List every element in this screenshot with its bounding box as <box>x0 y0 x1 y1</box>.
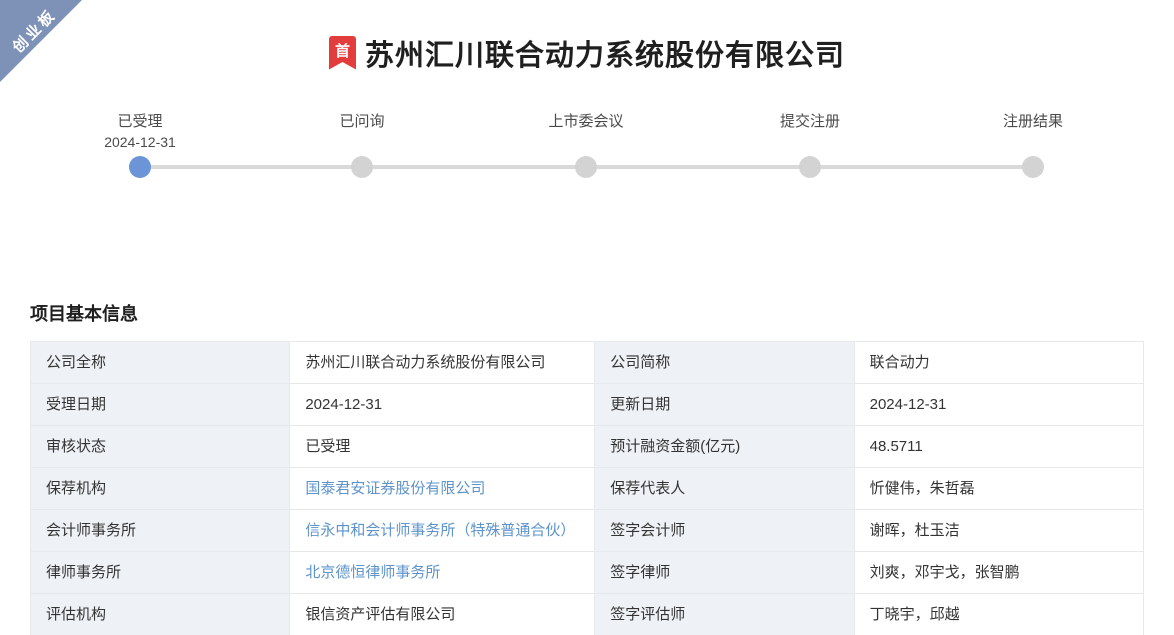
step-dot-inquired <box>351 156 373 178</box>
field-label: 更新日期 <box>595 384 854 426</box>
table-row: 审核状态 已受理 预计融资金额(亿元) 48.5711 <box>31 426 1144 468</box>
field-label: 保荐代表人 <box>595 468 854 510</box>
step-dot-registration-result <box>1022 156 1044 178</box>
step-dot-committee-meeting <box>575 156 597 178</box>
accounting-firm-link[interactable]: 信永中和会计师事务所（特殊普通合伙） <box>305 522 575 539</box>
step-label: 注册结果 <box>953 112 1113 132</box>
section-title-basic-info: 项目基本信息 <box>30 300 1144 326</box>
page-header: 首 苏州汇川联合动力系统股份有限公司 <box>0 0 1174 72</box>
field-label: 保荐机构 <box>31 468 290 510</box>
field-value: 信永中和会计师事务所（特殊普通合伙） <box>290 510 595 552</box>
field-value: 48.5711 <box>854 426 1143 468</box>
step-submit-registration: 提交注册 <box>730 112 890 132</box>
field-label: 律师事务所 <box>31 552 290 594</box>
sponsor-institution-link[interactable]: 国泰君安证券股份有限公司 <box>305 480 485 497</box>
table-row: 评估机构 银信资产评估有限公司 签字评估师 丁晓宇，邱越 <box>31 594 1144 635</box>
review-status-stepper: 已受理 2024-12-31 已问询 上市委会议 提交注册 注册结果 <box>30 112 1144 232</box>
step-registration-result: 注册结果 <box>953 112 1113 132</box>
field-value: 刘爽，邓宇戈，张智鹏 <box>854 552 1143 594</box>
field-value: 忻健伟，朱哲磊 <box>854 468 1143 510</box>
company-title: 苏州汇川联合动力系统股份有限公司 <box>365 32 845 74</box>
field-value: 银信资产评估有限公司 <box>290 594 595 635</box>
field-label: 签字律师 <box>595 552 854 594</box>
field-label: 审核状态 <box>31 426 290 468</box>
field-value: 苏州汇川联合动力系统股份有限公司 <box>290 342 595 384</box>
field-value: 丁晓宇，邱越 <box>854 594 1143 635</box>
field-label: 公司全称 <box>31 342 290 384</box>
table-row: 受理日期 2024-12-31 更新日期 2024-12-31 <box>31 384 1144 426</box>
step-dot-accepted <box>129 156 151 178</box>
field-label: 受理日期 <box>31 384 290 426</box>
project-page: 创业板 首 苏州汇川联合动力系统股份有限公司 已受理 2024-12-31 已问… <box>0 0 1174 635</box>
field-label: 公司简称 <box>595 342 854 384</box>
field-label: 签字会计师 <box>595 510 854 552</box>
field-value: 国泰君安证券股份有限公司 <box>290 468 595 510</box>
project-basic-info-table: 公司全称 苏州汇川联合动力系统股份有限公司 公司简称 联合动力 受理日期 202… <box>30 341 1144 635</box>
table-row: 保荐机构 国泰君安证券股份有限公司 保荐代表人 忻健伟，朱哲磊 <box>31 468 1144 510</box>
field-value: 2024-12-31 <box>290 384 595 426</box>
step-label: 已受理 <box>60 112 220 132</box>
field-label: 签字评估师 <box>595 594 854 635</box>
step-label: 已问询 <box>282 112 442 132</box>
table-row: 会计师事务所 信永中和会计师事务所（特殊普通合伙） 签字会计师 谢晖，杜玉洁 <box>31 510 1144 552</box>
first-bookmark-icon: 首 <box>329 36 356 70</box>
field-value: 谢晖，杜玉洁 <box>854 510 1143 552</box>
field-label: 预计融资金额(亿元) <box>595 426 854 468</box>
step-label: 上市委会议 <box>506 112 666 132</box>
field-value: 2024-12-31 <box>854 384 1143 426</box>
field-label: 会计师事务所 <box>31 510 290 552</box>
step-label: 提交注册 <box>730 112 890 132</box>
field-label: 评估机构 <box>31 594 290 635</box>
field-value: 已受理 <box>290 426 595 468</box>
step-accepted: 已受理 2024-12-31 <box>60 112 220 152</box>
field-value: 北京德恒律师事务所 <box>290 552 595 594</box>
step-date: 2024-12-31 <box>60 132 220 152</box>
step-dot-submit-registration <box>799 156 821 178</box>
field-value: 联合动力 <box>854 342 1143 384</box>
table-row: 律师事务所 北京德恒律师事务所 签字律师 刘爽，邓宇戈，张智鹏 <box>31 552 1144 594</box>
law-firm-link[interactable]: 北京德恒律师事务所 <box>305 564 440 581</box>
table-row: 公司全称 苏州汇川联合动力系统股份有限公司 公司简称 联合动力 <box>31 342 1144 384</box>
step-inquired: 已问询 <box>282 112 442 132</box>
step-committee-meeting: 上市委会议 <box>506 112 666 132</box>
